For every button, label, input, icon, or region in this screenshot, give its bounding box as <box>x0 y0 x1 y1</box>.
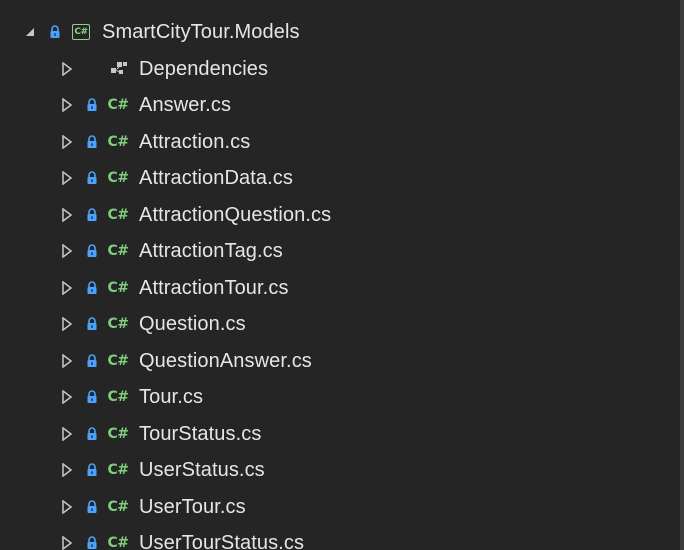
file-name: UserTour.cs <box>139 495 246 518</box>
file-node-userstatus-cs[interactable]: C# UserStatus.cs <box>0 452 680 489</box>
csharp-glyph: C# <box>107 206 129 223</box>
file-node-attractiontour-cs[interactable]: C# AttractionTour.cs <box>0 270 680 307</box>
file-name: AttractionData.cs <box>139 167 293 190</box>
lock-icon <box>48 24 62 40</box>
lock-icon <box>85 243 99 259</box>
collapsed-arrow-icon[interactable] <box>59 134 75 150</box>
file-node-attractionquestion-cs[interactable]: C# AttractionQuestion.cs <box>0 197 680 234</box>
file-name: Attraction.cs <box>139 130 251 153</box>
file-name: Tour.cs <box>139 386 204 409</box>
file-name: AttractionQuestion.cs <box>139 203 332 226</box>
lock-icon <box>85 535 99 550</box>
file-node-attractiontag-cs[interactable]: C# AttractionTag.cs <box>0 233 680 270</box>
csharp-glyph: C# <box>107 316 129 333</box>
csharp-glyph: C# <box>107 425 129 442</box>
file-name: QuestionAnswer.cs <box>139 349 312 372</box>
lock-icon <box>85 280 99 296</box>
lock-icon <box>85 97 99 113</box>
file-node-tourstatus-cs[interactable]: C# TourStatus.cs <box>0 416 680 453</box>
lock-icon <box>85 134 99 150</box>
csharp-file-icon: C# <box>107 534 129 550</box>
lock-icon <box>85 462 99 478</box>
lock-icon <box>85 170 99 186</box>
file-node-attraction-cs[interactable]: C# Attraction.cs <box>0 124 680 161</box>
csharp-file-icon: C# <box>107 315 129 333</box>
collapsed-arrow-icon[interactable] <box>59 280 75 296</box>
file-node-usertour-cs[interactable]: C# UserTour.cs <box>0 489 680 526</box>
lock-icon <box>85 316 99 332</box>
collapsed-arrow-icon[interactable] <box>59 97 75 113</box>
solution-tree: C# SmartCityTour.Models Dependencies C# … <box>0 14 680 550</box>
file-node-usertourstatus-cs[interactable]: C# UserTourStatus.cs <box>0 525 680 550</box>
csharp-file-icon: C# <box>107 425 129 443</box>
file-name: Answer.cs <box>139 94 232 117</box>
csharp-glyph: C# <box>107 243 129 260</box>
csharp-file-icon: C# <box>107 206 129 224</box>
collapsed-arrow-icon[interactable] <box>59 61 75 77</box>
file-name: UserTourStatus.cs <box>139 532 305 550</box>
collapsed-arrow-icon[interactable] <box>59 535 75 550</box>
file-name: AttractionTag.cs <box>139 240 283 263</box>
dependencies-node[interactable]: Dependencies <box>0 51 680 88</box>
csharp-file-icon: C# <box>107 169 129 187</box>
lock-icon <box>85 499 99 515</box>
file-name: AttractionTour.cs <box>139 276 289 299</box>
collapsed-arrow-icon[interactable] <box>59 499 75 515</box>
project-glyph: C# <box>72 24 90 41</box>
expanded-arrow-icon[interactable] <box>22 24 38 40</box>
project-node[interactable]: C# SmartCityTour.Models <box>0 14 680 51</box>
csharp-file-icon: C# <box>107 133 129 151</box>
dependencies-label: Dependencies <box>139 57 269 80</box>
collapsed-arrow-icon[interactable] <box>59 170 75 186</box>
csharp-project-icon: C# <box>70 23 92 41</box>
file-name: UserStatus.cs <box>139 459 265 482</box>
file-name: TourStatus.cs <box>139 422 262 445</box>
csharp-file-icon: C# <box>107 242 129 260</box>
collapsed-arrow-icon[interactable] <box>59 426 75 442</box>
csharp-file-icon: C# <box>107 352 129 370</box>
project-name: SmartCityTour.Models <box>102 21 300 44</box>
csharp-glyph: C# <box>107 498 129 515</box>
collapsed-arrow-icon[interactable] <box>59 389 75 405</box>
csharp-glyph: C# <box>107 389 129 406</box>
csharp-glyph: C# <box>107 535 129 550</box>
csharp-glyph: C# <box>107 462 129 479</box>
collapsed-arrow-icon[interactable] <box>59 462 75 478</box>
csharp-file-icon: C# <box>107 279 129 297</box>
file-node-answer-cs[interactable]: C# Answer.cs <box>0 87 680 124</box>
csharp-glyph: C# <box>107 133 129 150</box>
csharp-file-icon: C# <box>107 388 129 406</box>
file-node-question-cs[interactable]: C# Question.cs <box>0 306 680 343</box>
file-node-tour-cs[interactable]: C# Tour.cs <box>0 379 680 416</box>
collapsed-arrow-icon[interactable] <box>59 316 75 332</box>
file-node-questionanswer-cs[interactable]: C# QuestionAnswer.cs <box>0 343 680 380</box>
csharp-glyph: C# <box>107 97 129 114</box>
collapsed-arrow-icon[interactable] <box>59 207 75 223</box>
collapsed-arrow-icon[interactable] <box>59 353 75 369</box>
lock-icon <box>85 207 99 223</box>
csharp-glyph: C# <box>107 352 129 369</box>
csharp-file-icon: C# <box>107 498 129 516</box>
dependencies-icon <box>107 60 129 78</box>
csharp-glyph: C# <box>107 170 129 187</box>
lock-icon <box>85 426 99 442</box>
file-name: Question.cs <box>139 313 246 336</box>
csharp-file-icon: C# <box>107 461 129 479</box>
csharp-glyph: C# <box>107 279 129 296</box>
file-node-attractiondata-cs[interactable]: C# AttractionData.cs <box>0 160 680 197</box>
lock-icon <box>85 389 99 405</box>
csharp-file-icon: C# <box>107 96 129 114</box>
collapsed-arrow-icon[interactable] <box>59 243 75 259</box>
solution-explorer-panel: C# SmartCityTour.Models Dependencies C# … <box>0 0 684 550</box>
lock-icon <box>85 353 99 369</box>
